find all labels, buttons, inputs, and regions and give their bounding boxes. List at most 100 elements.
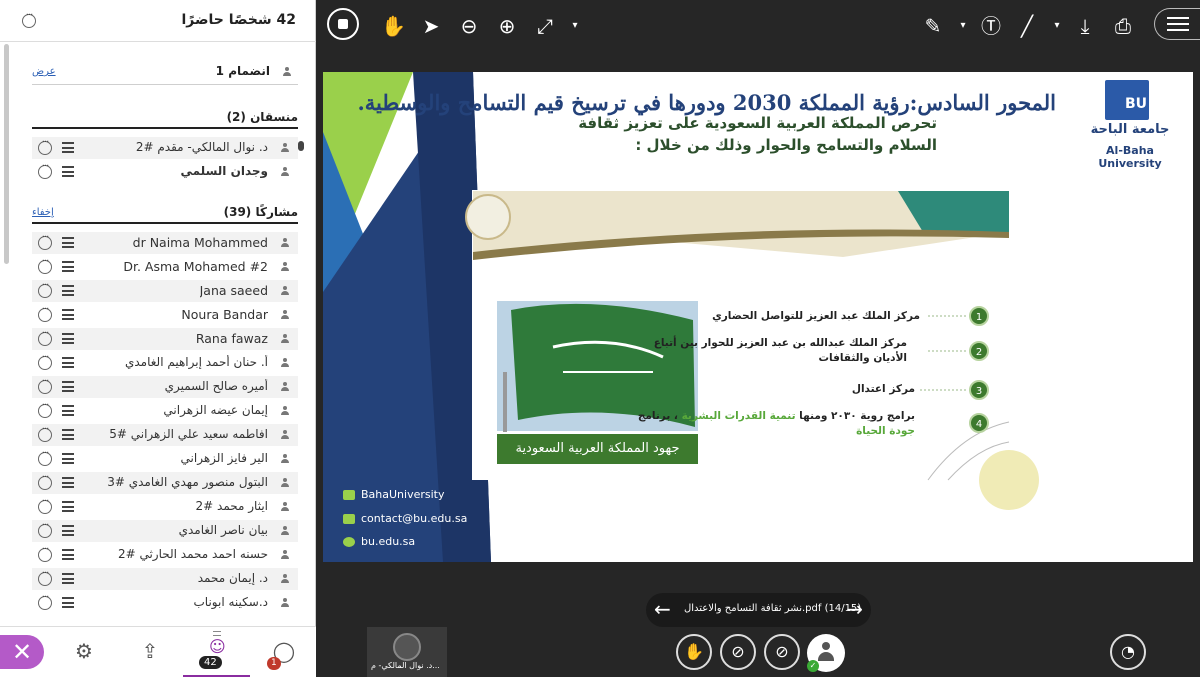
more-options-icon[interactable] <box>38 472 52 490</box>
previous-slide-arrow-icon[interactable]: ← <box>654 597 671 621</box>
zoom-out-icon[interactable]: ⊖ <box>457 14 481 38</box>
participant-name: أ. حنان أحمد إبراهيم الغامدي <box>124 355 268 369</box>
tab-participants[interactable]: ☺ 42 <box>183 627 250 677</box>
more-options-icon[interactable] <box>38 137 52 155</box>
more-options-icon[interactable] <box>22 10 36 28</box>
my-status-avatar[interactable]: ✓ <box>807 634 845 672</box>
participant-row[interactable]: د.سكينه ابوناب <box>32 592 298 614</box>
participant-row[interactable]: Noura Bandar <box>32 304 298 326</box>
participant-row[interactable]: Dr. Asma Mohamed #2 <box>32 256 298 278</box>
list-icon <box>62 525 74 536</box>
contact-twitter[interactable]: BahaUniversity <box>343 488 445 501</box>
video-thumbnail[interactable]: د. نوال المالكي- م... <box>367 627 447 677</box>
twitter-icon <box>343 490 355 500</box>
share-content-icon[interactable]: ⇪ <box>138 639 162 663</box>
list-icon <box>62 549 74 560</box>
menu-icon <box>1167 17 1189 31</box>
fit-icon[interactable]: ⤢ <box>533 14 557 38</box>
participant-name: البتول منصور مهدي الغامدي #3 <box>107 475 268 489</box>
more-options-icon[interactable] <box>38 232 52 250</box>
more-options-icon[interactable] <box>38 448 52 466</box>
raise-hand-icon[interactable]: ✋ <box>676 634 712 670</box>
participant-row[interactable]: حسنه احمد محمد الحارثي #2 <box>32 544 298 566</box>
bullet-number: 3 <box>969 380 989 400</box>
list-icon <box>62 357 74 368</box>
participant-row[interactable]: البتول منصور مهدي الغامدي #3 <box>32 472 298 494</box>
more-options-icon[interactable] <box>38 376 52 394</box>
close-icon: ✕ <box>12 638 33 666</box>
bullet-highlight: تنمية القدرات البشرية <box>681 410 796 422</box>
moderators-section: منسقان (2) <box>32 110 298 128</box>
bullet-item: مركز اعتدال <box>852 382 915 397</box>
participant-row[interactable]: Jana saeed <box>32 280 298 302</box>
person-icon <box>280 358 290 368</box>
participant-row[interactable]: أميره صالح السميري <box>32 376 298 398</box>
help-icon[interactable]: ◔ <box>1110 634 1146 670</box>
more-options-icon[interactable] <box>38 400 52 418</box>
contact-email[interactable]: contact@bu.edu.sa <box>343 512 467 525</box>
participant-row[interactable]: dr Naima Mohammed <box>32 232 298 254</box>
scrollbar[interactable] <box>4 44 9 264</box>
more-options-icon[interactable] <box>38 424 52 442</box>
download-icon[interactable]: ⤓ <box>1073 14 1097 38</box>
hide-participants-link[interactable]: إخفاء <box>32 207 54 218</box>
participant-name: د. إيمان محمد <box>197 571 268 585</box>
participant-row[interactable]: Rana fawaz <box>32 328 298 350</box>
list-icon <box>62 261 74 272</box>
participant-row[interactable]: إيمان عيضه الزهراني <box>32 400 298 422</box>
chevron-down-icon[interactable]: ▾ <box>563 14 587 38</box>
more-options-icon[interactable] <box>38 496 52 514</box>
next-slide-arrow-icon[interactable]: → <box>846 597 863 621</box>
more-options-icon[interactable] <box>38 304 52 322</box>
mic-off-icon[interactable]: ⊘ <box>764 634 800 670</box>
more-options-icon[interactable] <box>38 280 52 298</box>
bullet-item: برامج روية ٢٠٣٠ ومنها تنمية القدرات البش… <box>638 409 915 439</box>
more-options-icon[interactable] <box>38 592 52 610</box>
participant-row[interactable]: افاطمه سعيد علي الزهراني #5 <box>32 424 298 446</box>
moderator-row[interactable]: د. نوال المالكي- مقدم #2 <box>32 137 304 159</box>
list-icon <box>62 333 74 344</box>
more-options-icon[interactable] <box>38 256 52 274</box>
list-icon <box>62 477 74 488</box>
participant-row[interactable]: بيان ناصر الغامدي <box>32 520 298 542</box>
more-options-icon[interactable] <box>38 161 52 179</box>
record-icon[interactable] <box>327 8 359 40</box>
contact-web[interactable]: bu.edu.sa <box>343 535 415 548</box>
participant-row[interactable]: الير فايز الزهراني <box>32 448 298 470</box>
more-options-icon[interactable] <box>38 328 52 346</box>
participant-name: Dr. Asma Mohamed #2 <box>123 259 268 274</box>
moderator-row[interactable]: وجدان السلمي <box>32 161 298 183</box>
close-panel-button[interactable]: ✕ <box>0 635 44 669</box>
list-icon <box>62 237 74 248</box>
hand-icon[interactable]: ✋ <box>381 14 406 38</box>
more-options-icon[interactable] <box>38 544 52 562</box>
show-joined-link[interactable]: عرض <box>32 66 56 77</box>
participant-row[interactable]: د. إيمان محمد <box>32 568 298 590</box>
presentation-slide[interactable]: المحور السادس:رؤية المملكة 2030 ودورها ف… <box>323 72 1193 562</box>
participant-name: افاطمه سعيد علي الزهراني #5 <box>109 427 268 441</box>
globe-icon <box>343 537 355 547</box>
participant-row[interactable]: أ. حنان أحمد إبراهيم الغامدي <box>32 352 298 374</box>
menu-button[interactable] <box>1154 8 1200 40</box>
more-options-icon[interactable] <box>38 352 52 370</box>
avatar <box>393 633 421 661</box>
line-icon[interactable]: ╱ <box>1015 14 1039 38</box>
zoom-in-icon[interactable]: ⊕ <box>495 14 519 38</box>
share-icon[interactable]: ⎙ <box>1111 14 1135 38</box>
pointer-icon[interactable]: ➤ <box>419 14 443 38</box>
mail-icon <box>343 514 355 524</box>
pen-icon[interactable]: ✎ <box>921 14 945 38</box>
settings-gear-icon[interactable]: ⚙ <box>72 639 96 663</box>
text-icon[interactable]: Ⓣ <box>979 14 1003 38</box>
participant-row[interactable]: ايثار محمد #2 <box>32 496 298 518</box>
camera-off-icon[interactable]: ⊘ <box>720 634 756 670</box>
more-options-icon[interactable] <box>38 568 52 586</box>
divider <box>32 84 298 85</box>
bullet-text: مركز الملك عبدالله بن عبد العزيز للحوار … <box>653 337 907 349</box>
divider <box>32 127 298 129</box>
list-icon <box>62 501 74 512</box>
more-options-icon[interactable] <box>38 520 52 538</box>
chevron-down-icon[interactable]: ▾ <box>1045 14 1069 38</box>
participants-panel: 42 شخصًا حاضرًا انضمام 1 عرض منسقان (2) … <box>0 0 316 677</box>
chevron-down-icon[interactable]: ▾ <box>951 14 975 38</box>
